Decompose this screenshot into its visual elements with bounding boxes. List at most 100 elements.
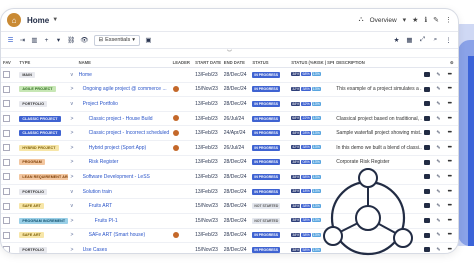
chevron-down-icon[interactable]: ▼ (52, 17, 58, 23)
row-more-cell[interactable]: ••• (445, 198, 458, 214)
expand-cell[interactable]: v (68, 184, 77, 200)
link-icon[interactable]: ⛓ (67, 35, 75, 45)
favorite-checkbox[interactable] (3, 173, 10, 181)
fav-cell[interactable] (1, 67, 18, 83)
row-more-cell[interactable]: ••• (445, 242, 458, 253)
more-icon[interactable]: ••• (448, 145, 452, 151)
filter-dropdown[interactable]: ⊟ Essentials ▾ (93, 34, 140, 46)
row-more-cell[interactable]: ••• (445, 111, 458, 127)
name-cell[interactable]: Software Development - LeSS (76, 169, 171, 185)
expand-chevron-icon[interactable]: > (70, 174, 74, 180)
row-edit-cell[interactable]: ✎ (434, 140, 446, 156)
fav-cell[interactable] (1, 198, 18, 214)
fav-cell[interactable] (1, 96, 18, 112)
item-name[interactable]: Risk Register (89, 159, 119, 165)
edit-icon[interactable]: ✎ (436, 232, 440, 238)
add-icon[interactable]: + (43, 35, 50, 45)
board-icon[interactable] (424, 144, 431, 150)
row-edit-cell[interactable]: ✎ (434, 82, 446, 98)
row-more-cell[interactable]: ••• (445, 155, 458, 171)
page-title[interactable]: Home (27, 16, 49, 25)
row-edit-cell[interactable]: ✎ (434, 198, 446, 214)
row-edit-cell[interactable]: ✎ (434, 155, 446, 171)
star-icon[interactable]: ★ (393, 35, 400, 45)
expand-chevron-icon[interactable]: > (70, 130, 74, 136)
row-icon-cell[interactable] (422, 96, 435, 112)
edit-icon[interactable]: ✎ (436, 174, 440, 180)
board-icon[interactable] (424, 71, 431, 77)
item-name[interactable]: Solution train (83, 189, 112, 195)
expand-cell[interactable]: > (68, 82, 77, 98)
more-icon[interactable]: ••• (448, 174, 452, 180)
row-icon-cell[interactable] (422, 140, 435, 156)
more-icon[interactable]: ••• (448, 218, 452, 224)
item-name[interactable]: Ongoing agile project @ commerce ... (83, 86, 167, 92)
expand-cell[interactable]: > (68, 228, 77, 244)
layout-icon[interactable]: ▦ (406, 35, 413, 45)
row-edit-cell[interactable]: ✎ (434, 228, 446, 244)
expand-cell[interactable]: > (68, 242, 77, 253)
expand-chevron-icon[interactable]: v (70, 101, 74, 107)
col-leader[interactable]: LEADER (170, 58, 194, 68)
more-icon[interactable]: ••• (448, 159, 452, 165)
name-cell[interactable]: Classic project - House Build (76, 111, 171, 127)
row-more-cell[interactable]: ••• (445, 125, 458, 141)
row-edit-cell[interactable]: ✎ (434, 111, 446, 127)
caret-icon[interactable]: ▾ (55, 35, 62, 45)
item-name[interactable]: Use Cases (83, 247, 107, 253)
save-icon[interactable]: ▣ (145, 35, 152, 45)
more-icon[interactable]: ••• (448, 203, 452, 209)
expand-chevron-icon[interactable]: > (70, 145, 74, 151)
edit-icon[interactable]: ✎ (436, 218, 440, 224)
fav-cell[interactable] (1, 140, 18, 156)
more-icon[interactable]: ••• (448, 101, 452, 107)
expand-chevron-icon[interactable]: > (70, 232, 74, 238)
more-icon[interactable]: ••• (448, 86, 452, 92)
item-name[interactable]: Project Portfolio (83, 101, 118, 107)
table-row[interactable]: HYBRID PROJECT > Hybrid project (Sport A… (1, 140, 458, 156)
favorite-checkbox[interactable] (3, 115, 10, 123)
name-cell[interactable]: Home (76, 67, 171, 83)
fav-cell[interactable] (1, 125, 18, 141)
info-icon[interactable]: ℹ (424, 16, 427, 24)
expand-cell[interactable]: v (68, 67, 77, 83)
edit-icon[interactable]: ✎ (436, 189, 440, 195)
expand-cell[interactable]: > (68, 111, 77, 127)
expand-cell[interactable]: > (68, 155, 77, 171)
col-fav[interactable]: FAV (1, 58, 18, 68)
favorite-checkbox[interactable] (3, 188, 10, 196)
more-icon[interactable]: ••• (448, 116, 452, 122)
favorite-checkbox[interactable] (3, 129, 10, 137)
edit-icon[interactable]: ✎ (436, 145, 440, 151)
more-icon[interactable]: ••• (448, 247, 452, 253)
expand-chevron-icon[interactable]: v (70, 203, 74, 209)
fav-cell[interactable] (1, 155, 18, 171)
col-name[interactable]: NAME (76, 58, 171, 68)
settings-icon[interactable]: ⚙ (445, 58, 458, 68)
item-name[interactable]: Hybrid project (Sport App) (89, 145, 147, 151)
table-row[interactable]: CLASSIC PROJECT > Classic project - Hous… (1, 111, 458, 127)
table-row[interactable]: MAIN v Home 13/Feb/23 28/Dec/24 IN PROGR… (1, 67, 458, 83)
expand-cell[interactable]: > (68, 125, 77, 141)
search-icon[interactable]: ⌕ (432, 35, 439, 45)
edit-icon[interactable]: ✎ (436, 130, 440, 136)
item-name[interactable]: Classic project - House Build (89, 116, 153, 122)
name-cell[interactable]: Risk Register (76, 155, 171, 171)
name-cell[interactable]: Project Portfolio (76, 96, 171, 112)
row-icon-cell[interactable] (422, 111, 435, 127)
fav-cell[interactable] (1, 184, 18, 200)
row-icon-cell[interactable] (422, 82, 435, 98)
expand-chevron-icon[interactable]: > (70, 218, 74, 224)
col-status-risk[interactable]: STATUS (%RISK | SPEND) (289, 58, 335, 68)
col-description[interactable]: DESCRIPTION (334, 58, 423, 68)
col-type[interactable]: TYPE (17, 58, 69, 68)
eye-icon[interactable]: 👁 (80, 35, 88, 45)
expand-cell[interactable]: > (68, 140, 77, 156)
fav-cell[interactable] (1, 82, 18, 98)
row-more-cell[interactable]: ••• (445, 213, 458, 229)
favorite-checkbox[interactable] (3, 202, 10, 210)
more-icon[interactable]: ••• (448, 130, 452, 136)
columns-icon[interactable]: ▥ (31, 35, 38, 45)
name-cell[interactable]: Hybrid project (Sport App) (76, 140, 171, 156)
expand-chevron-icon[interactable]: > (70, 86, 74, 92)
